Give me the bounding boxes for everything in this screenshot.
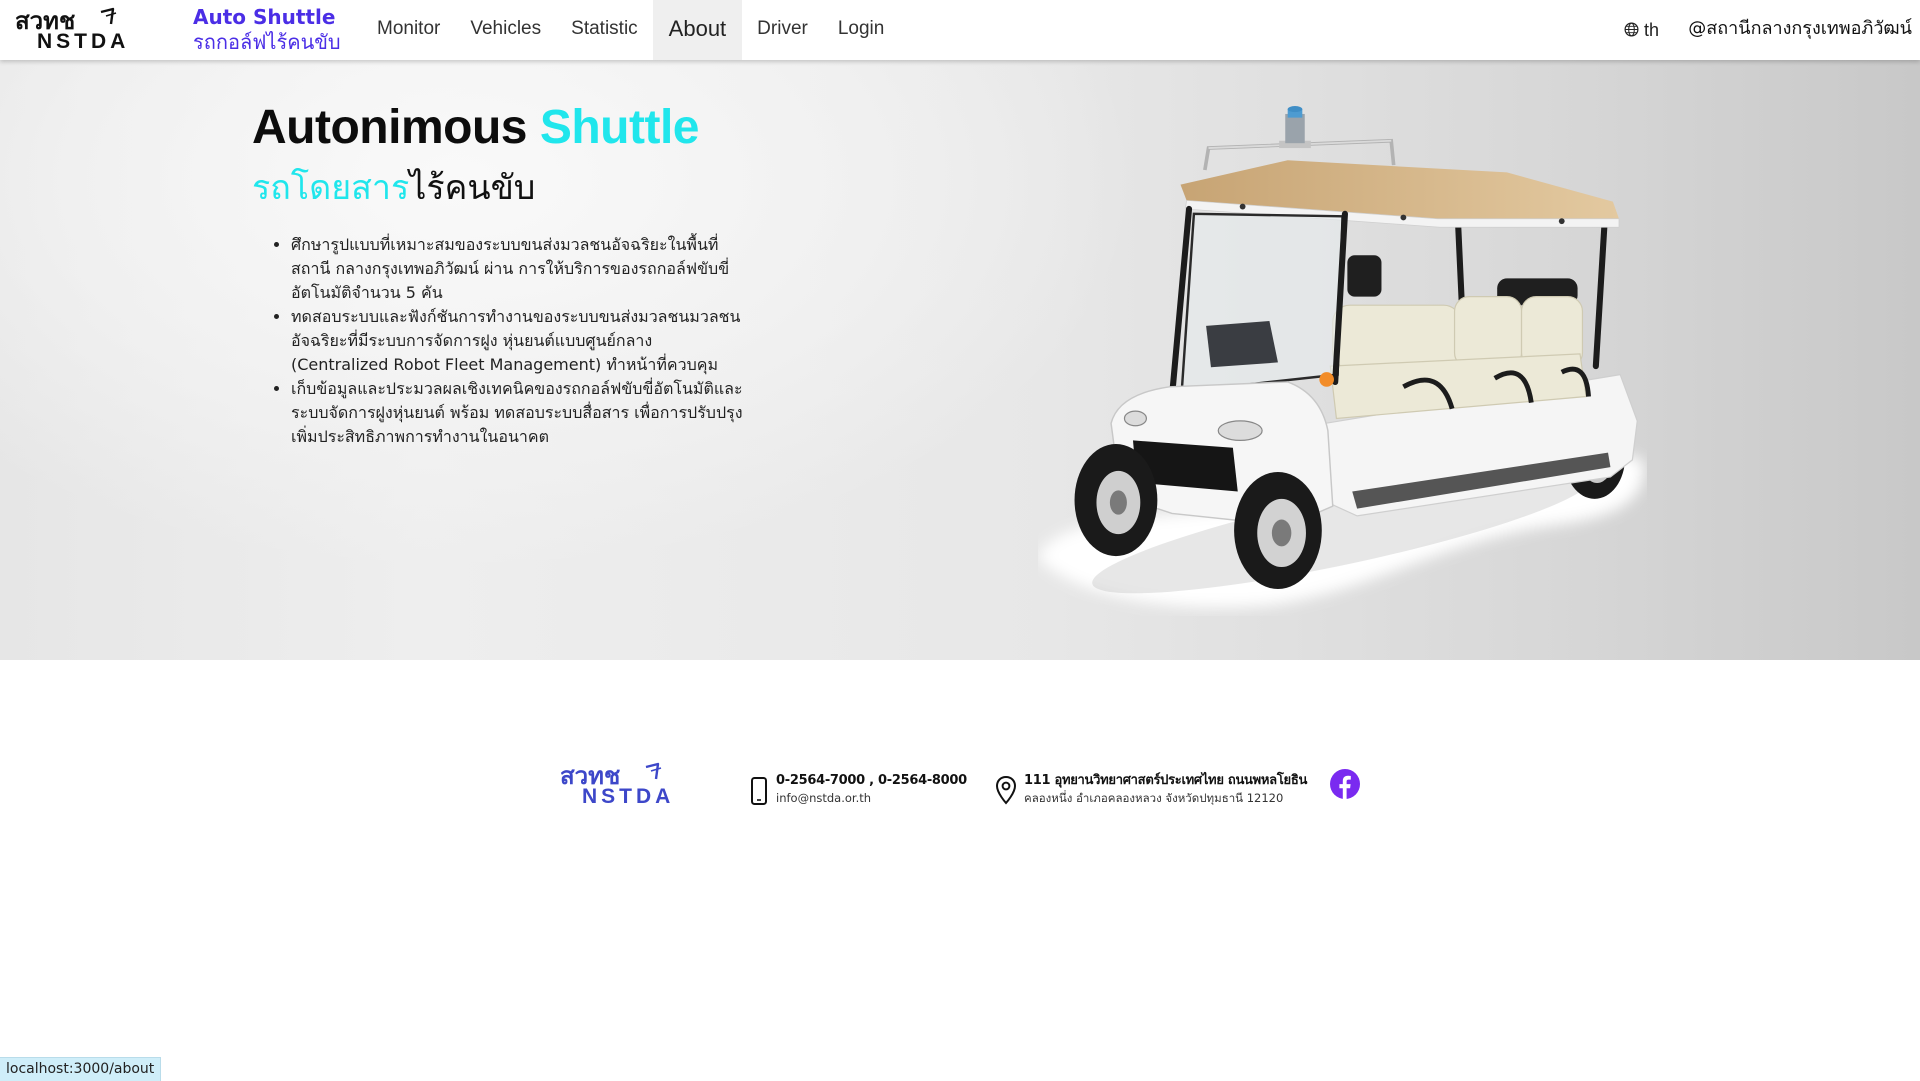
station-label[interactable]: @สถานีกลางกรุงเทพอภิวัฒน์ xyxy=(1688,0,1912,60)
cart-headlight-right xyxy=(1217,420,1263,441)
footer-nstda-logo[interactable]: สวทช NSTDA xyxy=(560,761,686,809)
brand-title: Auto Shuttle xyxy=(193,5,336,29)
facebook-icon[interactable] xyxy=(1330,769,1360,799)
hero-subtitle-accent: รถโดยสาร xyxy=(252,168,410,208)
nav-item-about[interactable]: About xyxy=(652,0,743,60)
cart-wheel-front-left xyxy=(1074,444,1158,557)
hero-content: Autonimous Shuttle รถโดยสารไร้คนขับ ศึกษ… xyxy=(252,96,752,449)
top-navbar: สวทช NSTDA Auto Shuttle รถกอล์ฟไร้คนขับ … xyxy=(0,0,1920,60)
contact-info: 0-2564-7000 , 0-2564-8000 info@nstda.or.… xyxy=(776,772,967,806)
logo-latin-text: NSTDA xyxy=(582,785,675,808)
hero-title-main: Autonimous xyxy=(252,101,527,154)
logo-swoosh-icon xyxy=(643,761,665,781)
brand-subtitle: รถกอล์ฟไร้คนขับ xyxy=(193,30,341,54)
nav-item-login[interactable]: Login xyxy=(823,0,900,60)
hero-section: Autonimous Shuttle รถโดยสารไร้คนขับ ศึกษ… xyxy=(0,60,1920,660)
list-item: ศึกษารูปแบบที่เหมาะสมของระบบขนส่งมวลชนอั… xyxy=(291,233,747,305)
address-info: 111 อุทยานวิทยาศาสตร์ประเทศไทย ถนนพหลโยธ… xyxy=(1024,772,1307,806)
cart-windshield xyxy=(1180,212,1344,394)
globe-icon xyxy=(1624,21,1639,36)
logo-latin-text: NSTDA xyxy=(37,30,130,53)
cart-seats xyxy=(1329,296,1587,420)
hero-subtitle-main: ไร้คนขับ xyxy=(409,168,536,208)
address-line1: 111 อุทยานวิทยาศาสตร์ประเทศไทย ถนนพหลโยธ… xyxy=(1024,773,1308,788)
list-item: ทดสอบระบบและฟังก์ชันการทำงานของระบบขนส่ง… xyxy=(291,305,747,377)
cart-headlight-left xyxy=(1123,410,1148,427)
cart-beacon xyxy=(1279,106,1311,149)
cart-orange-button xyxy=(1319,372,1334,387)
nstda-logo[interactable]: สวทช NSTDA xyxy=(15,6,141,54)
brand[interactable]: Auto Shuttle รถกอล์ฟไร้คนขับ xyxy=(193,5,341,55)
address-line2: คลองหนึ่ง อำเภอคลองหลวง จังหวัดปทุมธานี … xyxy=(1024,791,1284,805)
logo-swoosh-icon xyxy=(98,6,120,26)
language-selector[interactable]: th xyxy=(1624,0,1659,60)
hero-title: Autonimous Shuttle xyxy=(252,96,752,160)
nav-item-monitor[interactable]: Monitor xyxy=(362,0,455,60)
email-address[interactable]: info@nstda.or.th xyxy=(776,790,967,806)
nav-item-vehicles[interactable]: Vehicles xyxy=(455,0,556,60)
hero-title-accent: Shuttle xyxy=(539,101,700,154)
phone-numbers: 0-2564-7000 , 0-2564-8000 xyxy=(776,773,967,788)
location-pin-icon xyxy=(994,775,1018,805)
cart-wheel-front-right xyxy=(1234,472,1322,589)
cart-side-mirror xyxy=(1347,255,1382,297)
nav-item-statistic[interactable]: Statistic xyxy=(556,0,653,60)
objectives-list: ศึกษารูปแบบที่เหมาะสมของระบบขนส่งมวลชนอั… xyxy=(252,233,747,449)
hero-subtitle: รถโดยสารไร้คนขับ xyxy=(252,164,752,212)
nav-item-driver[interactable]: Driver xyxy=(742,0,823,60)
main-nav: Monitor Vehicles Statistic About Driver … xyxy=(362,0,899,60)
browser-status-bar: localhost:3000/about xyxy=(0,1057,162,1081)
cart-screen xyxy=(1206,321,1278,368)
list-item: เก็บข้อมูลและประมวลผลเชิงเทคนิคของรถกอล์… xyxy=(291,377,747,449)
mobile-phone-icon xyxy=(749,776,769,806)
language-label: th xyxy=(1644,19,1660,40)
shuttle-cart-image xyxy=(1038,106,1644,608)
